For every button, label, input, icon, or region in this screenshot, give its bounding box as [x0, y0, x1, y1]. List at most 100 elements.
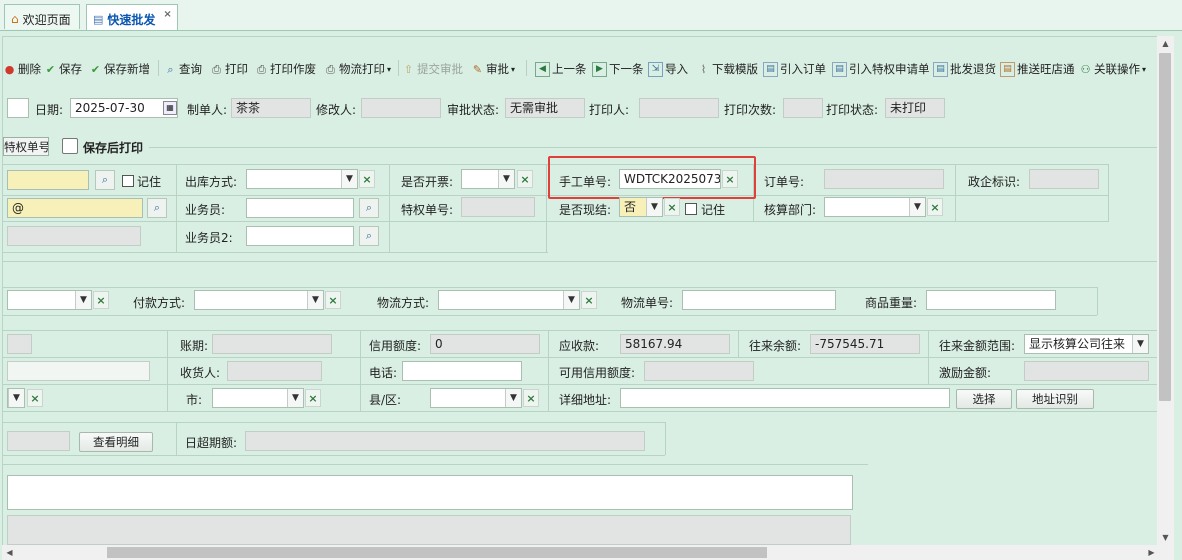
remember-cash-checkbox[interactable] — [685, 203, 697, 215]
save-button[interactable]: ✔ 保存 — [44, 59, 82, 79]
tab-quick-wholesale[interactable]: ▤ 快速批发 × — [86, 4, 178, 30]
address-input[interactable] — [620, 388, 950, 408]
modifier-label: 修改人: — [316, 103, 357, 117]
scroll-down-icon[interactable]: ▼ — [1157, 530, 1174, 545]
address-label: 详细地址: — [559, 393, 612, 407]
toolbar-separator — [526, 60, 527, 76]
wholesale-return-button[interactable]: ▤ 批发退货 — [933, 59, 996, 79]
print-button[interactable]: ⎙ 打印 — [210, 59, 248, 79]
clear-icon[interactable]: × — [664, 198, 680, 216]
manual-no-input[interactable]: WDTCK2025073( — [619, 169, 721, 189]
cash-select[interactable]: 否 ▼ — [619, 197, 663, 217]
logistics-print-button[interactable]: ⎙ 物流打印 ▾ — [324, 59, 391, 79]
vertical-scrollbar[interactable]: ▲ ▼ — [1157, 36, 1174, 546]
search-icon[interactable]: ⌕ — [95, 170, 115, 190]
salesman-input[interactable] — [246, 198, 354, 218]
phone-label: 电话: — [369, 366, 398, 380]
query-button[interactable]: ⌕ 查询 — [164, 59, 202, 79]
chevron-down-icon[interactable]: ▼ — [505, 389, 521, 407]
scroll-right-icon[interactable]: ▶ — [1144, 545, 1159, 560]
select-button[interactable]: 选择 — [956, 389, 1012, 409]
weight-input[interactable] — [926, 290, 1056, 310]
search-icon[interactable]: ⌕ — [147, 198, 167, 218]
calendar-icon[interactable]: ▦ — [163, 101, 177, 115]
clear-icon[interactable]: × — [581, 291, 597, 309]
review-button[interactable]: ✎ 审批 ▾ — [471, 59, 515, 79]
push-icon: ▤ — [1000, 61, 1015, 77]
chevron-down-icon[interactable]: ▼ — [646, 198, 662, 216]
print-void-button[interactable]: ⎙ 打印作废 — [255, 59, 316, 79]
import-button[interactable]: ⇲ 导入 — [648, 59, 688, 79]
remember-label: 记住 — [137, 175, 162, 189]
logistics-company-select[interactable]: ▼ — [7, 290, 92, 310]
address-identify-button[interactable]: 地址识别 — [1016, 389, 1094, 409]
clear-icon[interactable]: × — [517, 170, 533, 188]
delete-button[interactable]: ● 删除 — [3, 59, 41, 79]
tracking-no-input[interactable] — [682, 290, 836, 310]
province-select[interactable]: ▼ — [7, 388, 25, 408]
remark-textarea[interactable] — [7, 475, 853, 510]
import-special-button[interactable]: ▤ 引入特权申请单 — [832, 59, 930, 79]
people-icon: ⚇ — [1080, 62, 1091, 76]
close-icon[interactable]: × — [163, 9, 171, 20]
clear-icon[interactable]: × — [305, 389, 321, 407]
chevron-down-icon[interactable]: ▼ — [75, 291, 91, 309]
search-icon[interactable]: ⌕ — [359, 198, 379, 218]
view-detail-button[interactable]: 查看明细 — [79, 432, 153, 452]
prev-button[interactable]: ◀ 上一条 — [535, 59, 587, 79]
chevron-down-icon[interactable]: ▼ — [1132, 335, 1148, 353]
next-button[interactable]: ▶ 下一条 — [592, 59, 644, 79]
download-template-button[interactable]: ⌇ 下载模版 — [697, 59, 758, 79]
remember-checkbox[interactable] — [122, 175, 134, 187]
save-print-checkbox[interactable] — [62, 138, 78, 154]
chevron-down-icon[interactable]: ▼ — [563, 291, 579, 309]
chevron-down-icon[interactable]: ▼ — [498, 170, 514, 188]
chevron-down-icon[interactable]: ▼ — [307, 291, 323, 309]
section-divider — [3, 261, 1157, 262]
chevron-down-icon[interactable]: ▼ — [909, 198, 925, 216]
chevron-down-icon[interactable]: ▼ — [8, 389, 24, 407]
order-no-field — [824, 169, 944, 189]
customer-input[interactable] — [7, 170, 89, 190]
clear-icon[interactable]: × — [325, 291, 341, 309]
grid-line — [3, 330, 1157, 331]
phone-input[interactable] — [402, 361, 522, 381]
tab-welcome[interactable]: ⌂ 欢迎页面 — [4, 4, 80, 29]
save-new-button[interactable]: ✔ 保存新增 — [89, 59, 150, 79]
clear-icon[interactable]: × — [722, 170, 738, 188]
doc-no-input[interactable] — [7, 98, 29, 118]
search-icon[interactable]: ⌕ — [359, 226, 379, 246]
horizontal-scrollbar[interactable]: ◀ ▶ — [2, 545, 1174, 560]
invoice-select[interactable]: ▼ — [461, 169, 515, 189]
arrow-right-icon: ▶ — [592, 61, 607, 77]
approval-status-label: 审批状态: — [447, 103, 500, 117]
account-dept-select[interactable]: ▼ — [824, 197, 926, 217]
salesman2-input[interactable] — [246, 226, 354, 246]
special-no-button[interactable]: 特权单号 — [3, 137, 49, 156]
scroll-up-icon[interactable]: ▲ — [1157, 36, 1174, 51]
date-input[interactable]: 2025-07-30 — [70, 98, 178, 118]
logistics-method-select[interactable]: ▼ — [438, 290, 580, 310]
push-store-button[interactable]: ▤ 推送旺店通 — [1000, 59, 1075, 79]
outbound-select[interactable]: ▼ — [246, 169, 358, 189]
email-input[interactable]: @ — [7, 198, 143, 218]
invoice-label: 是否开票: — [401, 175, 454, 189]
import-order-button[interactable]: ▤ 引入订单 — [763, 59, 826, 79]
scroll-left-icon[interactable]: ◀ — [2, 545, 17, 560]
county-select[interactable]: ▼ — [430, 388, 522, 408]
chevron-down-icon[interactable]: ▼ — [287, 389, 303, 407]
scroll-thumb[interactable] — [1159, 53, 1171, 401]
finance-field — [7, 361, 150, 381]
clear-icon[interactable]: × — [27, 389, 43, 407]
chevron-down-icon[interactable]: ▼ — [341, 170, 357, 188]
scroll-thumb[interactable] — [107, 547, 767, 558]
submit-review-button[interactable]: ⇧ 提交审批 — [402, 59, 463, 79]
pay-method-select[interactable]: ▼ — [194, 290, 324, 310]
range-select[interactable]: 显示核算公司往来 ▼ — [1024, 334, 1149, 354]
clear-icon[interactable]: × — [927, 198, 943, 216]
city-select[interactable]: ▼ — [212, 388, 304, 408]
clear-icon[interactable]: × — [523, 389, 539, 407]
clear-icon[interactable]: × — [93, 291, 109, 309]
related-ops-button[interactable]: ⚇ 关联操作 ▾ — [1079, 59, 1146, 79]
clear-icon[interactable]: × — [359, 170, 375, 188]
